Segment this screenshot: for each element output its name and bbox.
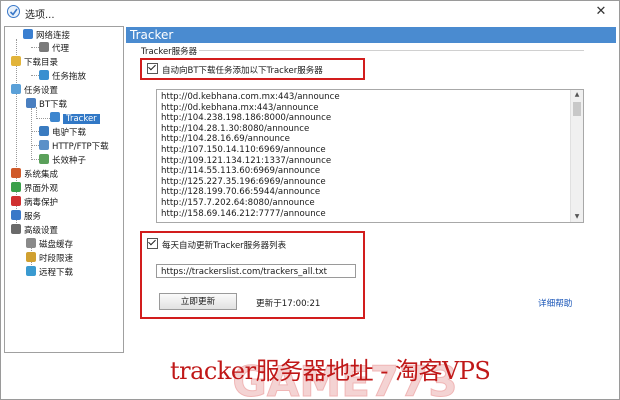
tree-item-label: BT下载 bbox=[39, 100, 68, 110]
tree-guide-line bbox=[31, 108, 32, 160]
tree-guide-line bbox=[31, 131, 39, 132]
service-icon bbox=[11, 210, 21, 220]
watermark-caption: tracker服务器地址 - 淘客VPS bbox=[170, 357, 491, 385]
tree-item-label: 下载目录 bbox=[24, 58, 59, 68]
tree-item-label: 任务设置 bbox=[24, 86, 59, 96]
auto-add-checkbox-row[interactable]: 自动向BT下载任务添加以下Tracker服务器 bbox=[147, 63, 323, 77]
tree-item-label: 代理 bbox=[52, 44, 70, 54]
scroll-up-icon[interactable]: ▲ bbox=[571, 90, 583, 100]
tree-item[interactable]: 代理 bbox=[39, 42, 69, 55]
scroll-down-icon[interactable]: ▼ bbox=[571, 212, 583, 222]
tracker-url: http://104.238.198.186:8000/announce bbox=[161, 113, 332, 124]
drag-icon bbox=[39, 70, 49, 80]
tree-item-label: Tracker bbox=[63, 114, 100, 124]
tracker-url: http://107.150.14.110:6969/announce bbox=[161, 145, 326, 155]
virus-protection-icon bbox=[11, 196, 21, 206]
tree-item-label: HTTP/FTP下载 bbox=[52, 142, 109, 152]
tree-guide-line bbox=[31, 47, 39, 48]
tree-item[interactable]: 系统集成 bbox=[11, 168, 58, 181]
proxy-icon bbox=[39, 42, 49, 52]
auto-add-label: 自动向BT下载任务添加以下Tracker服务器 bbox=[162, 66, 323, 76]
tree-item[interactable]: 磁盘缓存 bbox=[26, 238, 73, 251]
tree-item[interactable]: 时段限速 bbox=[26, 252, 73, 265]
tree-guide-line bbox=[31, 159, 39, 160]
tracker-group-label: Tracker服务器 bbox=[141, 47, 198, 57]
title-bar: 选项... ✕ bbox=[1, 1, 619, 23]
tree-item-label: 任务拖放 bbox=[52, 72, 87, 82]
tree-item[interactable]: 任务拖放 bbox=[39, 70, 86, 83]
tree-item[interactable]: Tracker bbox=[50, 112, 100, 125]
tree-item[interactable]: 下载目录 bbox=[11, 56, 58, 69]
tree-guide-line bbox=[31, 145, 39, 146]
tracker-url: http://109.121.134.121:1337/announce bbox=[161, 155, 332, 166]
options-window: 选项... ✕ 网络连接代理下载目录任务拖放任务设置 BT下载 Tracker 电驴下… bbox=[0, 0, 620, 400]
tracker-url: http://0d.kebhana.mx:443/announce bbox=[161, 102, 319, 113]
tree-item-label: 长效种子 bbox=[52, 156, 87, 166]
tracker-url: http://0d.kebhana.com.mx:443/announce bbox=[161, 92, 340, 102]
last-updated-text: 更新于17:00:21 bbox=[256, 299, 321, 309]
scroll-thumb[interactable] bbox=[573, 102, 581, 116]
advanced-settings-icon bbox=[11, 224, 21, 234]
tree-item-label: 时段限速 bbox=[39, 254, 74, 264]
tracker-url: http://104.28.16.69/announce bbox=[161, 134, 290, 145]
auto-add-checkbox[interactable] bbox=[147, 63, 158, 74]
group-divider bbox=[199, 50, 584, 51]
settings-tree: 网络连接代理下载目录任务拖放任务设置 BT下载 Tracker 电驴下载 HTTP/FT… bbox=[4, 26, 124, 353]
panel-title: Tracker bbox=[126, 27, 616, 43]
appearance-icon bbox=[11, 182, 21, 192]
system-integration-icon bbox=[11, 168, 21, 178]
tracker-icon bbox=[50, 112, 60, 122]
tree-item-label: 病毒保护 bbox=[24, 198, 59, 208]
tracker-url: http://157.7.202.64:8080/announce bbox=[161, 198, 315, 208]
emule-icon bbox=[39, 126, 49, 136]
network-icon bbox=[23, 29, 33, 39]
tree-item-label: 网络连接 bbox=[36, 31, 71, 41]
tree-item-label: 系统集成 bbox=[24, 170, 59, 180]
daily-update-checkbox-row[interactable]: 每天自动更新Tracker服务器列表 bbox=[147, 238, 286, 252]
tree-item[interactable]: BT下载 bbox=[26, 98, 67, 111]
tree-item-label: 服务 bbox=[24, 212, 42, 222]
tree-item-label: 磁盘缓存 bbox=[39, 240, 74, 250]
tracker-url: http://128.199.70.66:5944/announce bbox=[161, 187, 321, 198]
tracker-list-scrollbar[interactable]: ▲ ▼ bbox=[570, 90, 583, 222]
daily-update-label: 每天自动更新Tracker服务器列表 bbox=[162, 241, 287, 251]
folder-icon bbox=[11, 56, 21, 66]
daily-update-checkbox[interactable] bbox=[147, 238, 158, 249]
update-now-button[interactable]: 立即更新 bbox=[159, 293, 237, 310]
app-icon bbox=[7, 5, 20, 18]
tree-item-label: 高级设置 bbox=[24, 226, 59, 236]
speed-limit-icon bbox=[26, 252, 36, 262]
tree-item[interactable]: 服务 bbox=[11, 210, 41, 223]
tracker-url: http://125.227.35.196:6969/announce bbox=[161, 176, 326, 187]
tree-item[interactable]: 电驴下载 bbox=[39, 126, 86, 139]
tree-item[interactable]: 远程下载 bbox=[26, 266, 73, 279]
disk-cache-icon bbox=[26, 238, 36, 248]
tree-item-label: 电驴下载 bbox=[52, 128, 87, 138]
bt-icon bbox=[26, 98, 36, 108]
tree-item[interactable]: HTTP/FTP下载 bbox=[39, 140, 109, 153]
tracker-list[interactable]: http://0d.kebhana.com.mx:443/announce htt… bbox=[156, 89, 584, 223]
tree-item-label: 远程下载 bbox=[39, 268, 74, 278]
tracker-url: http://104.28.1.30:8080/announce bbox=[161, 123, 310, 134]
tracker-url: http://114.55.113.60:6969/announce bbox=[161, 166, 321, 177]
tree-item[interactable]: 病毒保护 bbox=[11, 196, 58, 209]
tree-item[interactable]: 界面外观 bbox=[11, 182, 58, 195]
seed-icon bbox=[39, 154, 49, 164]
remote-download-icon bbox=[26, 266, 36, 276]
window-title: 选项... bbox=[25, 10, 55, 21]
tree-item[interactable]: 长效种子 bbox=[39, 154, 86, 167]
tree-item[interactable]: 网络连接 bbox=[23, 29, 70, 42]
update-url-field[interactable]: https://trackerslist.com/trackers_all.tx… bbox=[156, 264, 356, 278]
close-button[interactable]: ✕ bbox=[593, 4, 609, 20]
tree-item[interactable]: 任务设置 bbox=[11, 84, 58, 97]
tree-guide-line bbox=[31, 75, 39, 76]
tracker-url: http://158.69.146.212:7777/announce bbox=[161, 208, 326, 219]
tree-guide-line bbox=[36, 118, 50, 119]
tree-item[interactable]: 高级设置 bbox=[11, 224, 58, 237]
http-ftp-icon bbox=[39, 140, 49, 150]
tree-item-label: 界面外观 bbox=[24, 184, 59, 194]
task-settings-icon bbox=[11, 84, 21, 94]
help-link[interactable]: 详细帮助 bbox=[538, 297, 572, 309]
